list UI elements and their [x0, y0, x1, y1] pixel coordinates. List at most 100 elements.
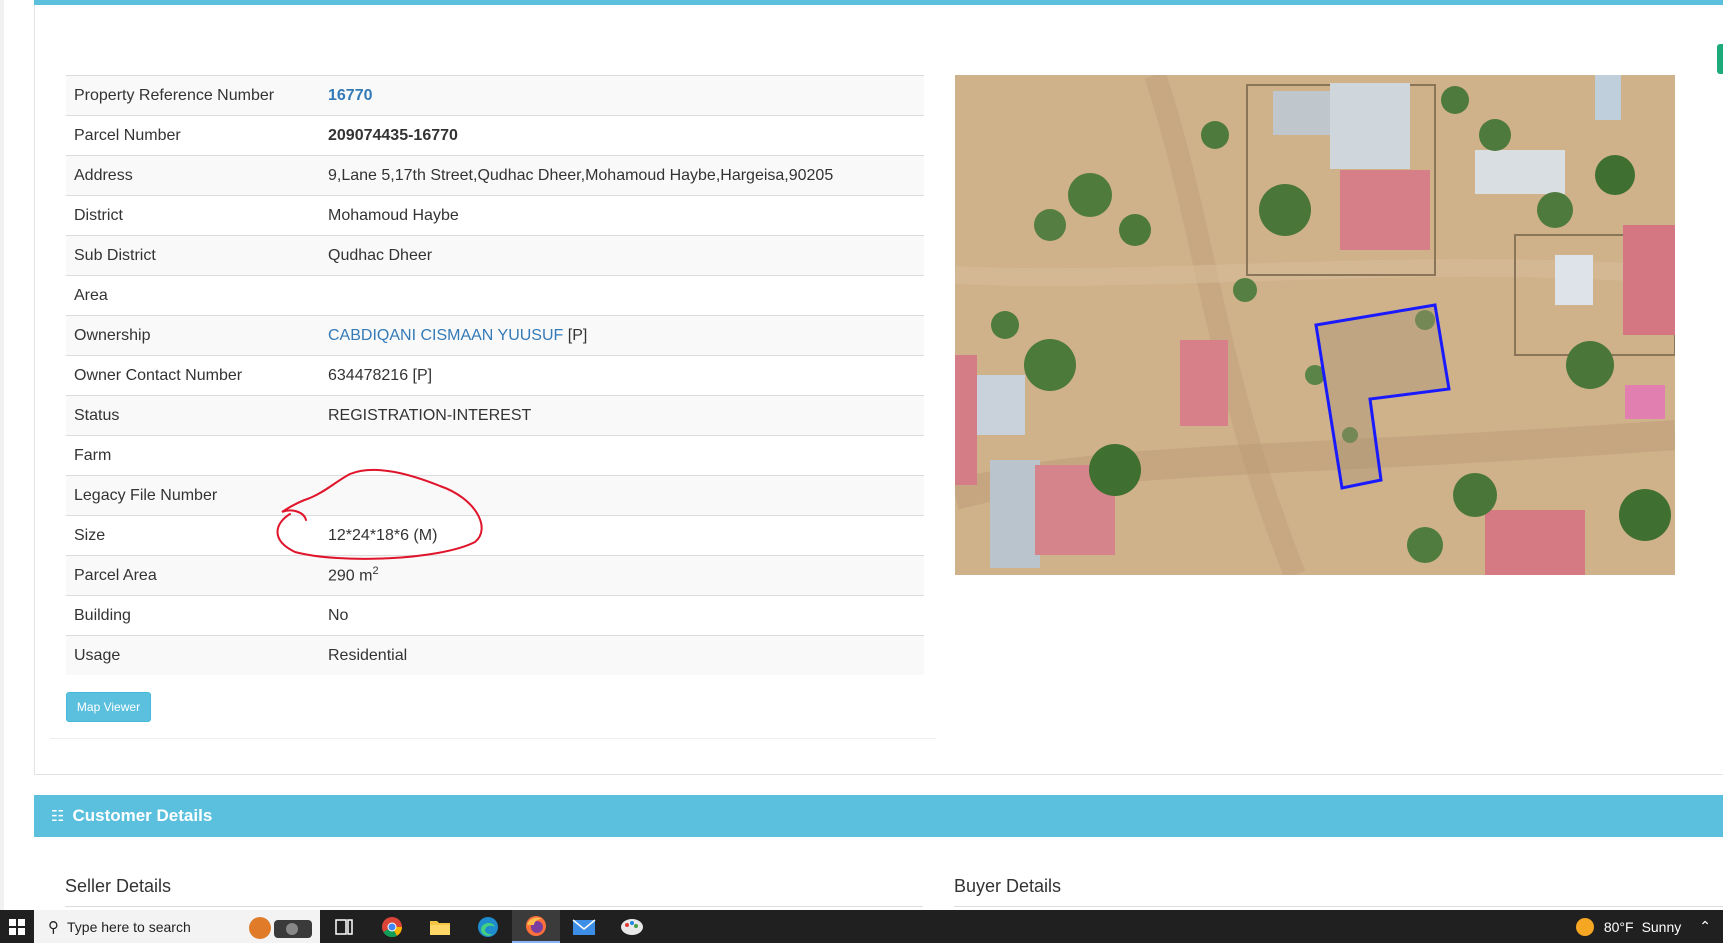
roof	[1273, 91, 1337, 135]
size-value: 12*24*18*6 (M)	[320, 515, 924, 556]
row-label: Status	[66, 395, 320, 436]
chrome-button[interactable]	[368, 910, 416, 943]
row-label: Parcel Number	[66, 115, 320, 156]
search-icon: ⚲	[48, 918, 59, 936]
roof	[1595, 75, 1621, 120]
table-row: Address 9,Lane 5,17th Street,Qudhac Dhee…	[66, 155, 924, 196]
buyer-details-heading: Buyer Details	[954, 876, 1062, 896]
panel-accent-bar	[34, 0, 1723, 5]
weather-description[interactable]: Sunny	[1642, 919, 1682, 935]
roof	[1485, 510, 1585, 575]
table-row: Legacy File Number	[66, 475, 924, 516]
panel-separator	[50, 738, 936, 739]
table-row: Sub District Qudhac Dheer	[66, 235, 924, 276]
table-row: Parcel Number 209074435-16770	[66, 115, 924, 156]
table-row: Parcel Area 290 m2	[66, 555, 924, 596]
row-label: Parcel Area	[66, 555, 320, 596]
chrome-icon	[382, 916, 403, 937]
edge-button[interactable]	[464, 910, 512, 943]
legacy-file-value	[320, 475, 924, 516]
chevron-up-icon[interactable]: ⌃	[1699, 918, 1711, 935]
task-view-button[interactable]	[320, 910, 368, 943]
aerial-map-drawing	[955, 75, 1675, 575]
sun-icon	[1575, 917, 1594, 936]
row-label: Sub District	[66, 235, 320, 276]
task-view-icon	[335, 918, 353, 935]
row-label: Usage	[66, 635, 320, 675]
owner-name-link[interactable]: CABDIQANI CISMAAN YUUSUF	[328, 327, 563, 344]
firefox-button[interactable]	[512, 910, 560, 943]
status-value: REGISTRATION-INTEREST	[320, 395, 924, 436]
usage-value: Residential	[320, 635, 924, 675]
roof	[1555, 255, 1593, 305]
windows-taskbar: ⚲ Type here to search 80°F Sunny ⌃	[0, 910, 1723, 943]
row-label: Ownership	[66, 315, 320, 356]
roof	[1625, 385, 1665, 419]
weather-temperature[interactable]: 80°F	[1604, 919, 1634, 935]
roof	[1475, 150, 1565, 194]
paint-button[interactable]	[608, 910, 656, 943]
roof	[1330, 83, 1410, 169]
start-button[interactable]	[0, 910, 34, 943]
table-row: Size 12*24*18*6 (M)	[66, 515, 924, 556]
seller-rule	[65, 906, 923, 907]
property-details-table: Property Reference Number 16770 Parcel N…	[66, 75, 924, 675]
folder-icon	[430, 920, 450, 935]
table-row: Usage Residential	[66, 635, 924, 675]
area-value	[320, 275, 924, 316]
district-value: Mohamoud Haybe	[320, 195, 924, 236]
table-row: Ownership CABDIQANI CISMAAN YUUSUF [P]	[66, 315, 924, 356]
parcel-number-value: 209074435-16770	[320, 115, 924, 156]
parcel-area-value: 290 m	[328, 567, 373, 585]
row-label: Area	[66, 275, 320, 316]
list-icon: ☷	[51, 808, 65, 825]
edge-icon	[478, 916, 498, 937]
roof	[1623, 225, 1675, 335]
property-reference-link[interactable]: 16770	[328, 87, 373, 104]
table-row: Property Reference Number 16770	[66, 75, 924, 116]
sub-district-value: Qudhac Dheer	[320, 235, 924, 276]
row-label: Owner Contact Number	[66, 355, 320, 396]
roof	[1340, 170, 1430, 250]
search-highlight-icon	[249, 917, 312, 939]
roof	[955, 355, 977, 485]
seller-details-heading: Seller Details	[65, 876, 172, 896]
roof	[990, 460, 1040, 568]
row-label: Address	[66, 155, 320, 196]
building-value: No	[320, 595, 924, 636]
row-label: Legacy File Number	[66, 475, 320, 516]
firefox-icon	[526, 915, 546, 936]
row-label: District	[66, 195, 320, 236]
row-label: Farm	[66, 435, 320, 476]
parcel-area-unit-exponent: 2	[372, 565, 379, 578]
taskbar-search[interactable]: ⚲ Type here to search	[34, 910, 320, 943]
table-row: Area	[66, 275, 924, 316]
roof	[1180, 340, 1228, 426]
farm-value	[320, 435, 924, 476]
row-label: Building	[66, 595, 320, 636]
owner-contact-value: 634478216 [P]	[320, 355, 924, 396]
table-row: Owner Contact Number 634478216 [P]	[66, 355, 924, 396]
side-tab[interactable]	[1717, 44, 1723, 74]
customer-details-title: Customer Details	[72, 806, 213, 825]
file-explorer-button[interactable]	[416, 910, 464, 943]
customer-details-header[interactable]: ☷ Customer Details	[34, 795, 1723, 837]
table-row: Farm	[66, 435, 924, 476]
paint-icon	[621, 918, 643, 935]
system-tray: 80°F Sunny ⌃	[1575, 910, 1723, 943]
roof	[975, 375, 1025, 435]
buyer-rule	[954, 906, 1723, 907]
row-label: Property Reference Number	[66, 75, 320, 116]
owner-suffix: [P]	[563, 326, 588, 344]
address-value: 9,Lane 5,17th Street,Qudhac Dheer,Mohamo…	[320, 155, 924, 196]
table-row: Building No	[66, 595, 924, 636]
map-viewer-button[interactable]: Map Viewer	[66, 692, 151, 722]
row-label: Size	[66, 515, 320, 556]
mail-icon	[572, 918, 596, 935]
windows-logo-icon	[9, 918, 25, 935]
table-row: District Mohamoud Haybe	[66, 195, 924, 236]
mail-button[interactable]	[560, 910, 608, 943]
aerial-parcel-image	[955, 75, 1675, 575]
search-placeholder: Type here to search	[67, 918, 191, 935]
table-row: Status REGISTRATION-INTEREST	[66, 395, 924, 436]
